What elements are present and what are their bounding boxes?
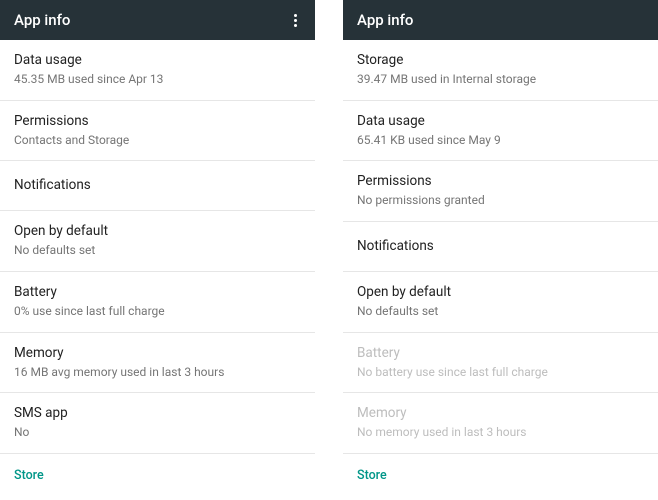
item-title: Notifications: [14, 176, 301, 195]
app-bar-title: App info: [14, 11, 70, 29]
item-sub: 45.35 MB used since Apr 13: [14, 71, 301, 88]
item-title: Data usage: [14, 51, 301, 70]
item-sub: No permissions granted: [357, 192, 644, 209]
more-vert-icon[interactable]: [290, 10, 301, 31]
store-section-label: Store: [343, 454, 658, 491]
item-title: Battery: [357, 344, 644, 363]
item-sub: No defaults set: [357, 303, 644, 320]
app-bar-title: App info: [357, 11, 413, 29]
item-sub: 16 MB avg memory used in last 3 hours: [14, 364, 301, 381]
phone-left: App info Data usage 45.35 MB used since …: [0, 0, 315, 500]
item-sub: No: [14, 424, 301, 441]
item-notifications[interactable]: Notifications: [0, 161, 315, 211]
item-title: Permissions: [14, 112, 301, 131]
item-sub: 39.47 MB used in Internal storage: [357, 71, 644, 88]
item-memory[interactable]: Memory 16 MB avg memory used in last 3 h…: [0, 333, 315, 394]
item-title: Open by default: [357, 283, 644, 302]
item-notifications[interactable]: Notifications: [343, 222, 658, 272]
item-data-usage[interactable]: Data usage 45.35 MB used since Apr 13: [0, 40, 315, 101]
item-title: Open by default: [14, 222, 301, 241]
item-open-by-default[interactable]: Open by default No defaults set: [0, 211, 315, 272]
item-data-usage[interactable]: Data usage 65.41 KB used since May 9: [343, 101, 658, 162]
item-permissions[interactable]: Permissions Contacts and Storage: [0, 101, 315, 162]
app-bar: App info: [343, 0, 658, 40]
item-storage[interactable]: Storage 39.47 MB used in Internal storag…: [343, 40, 658, 101]
item-title: Notifications: [357, 237, 644, 256]
item-sub: 0% use since last full charge: [14, 303, 301, 320]
phone-right: App info Storage 39.47 MB used in Intern…: [343, 0, 658, 500]
item-sub: No battery use since last full charge: [357, 364, 644, 381]
item-title: Permissions: [357, 172, 644, 191]
item-battery[interactable]: Battery 0% use since last full charge: [0, 272, 315, 333]
item-title: Memory: [357, 404, 644, 423]
item-open-by-default[interactable]: Open by default No defaults set: [343, 272, 658, 333]
store-section-label: Store: [0, 454, 315, 491]
item-title: Data usage: [357, 112, 644, 131]
item-sub: 65.41 KB used since May 9: [357, 132, 644, 149]
item-title: SMS app: [14, 404, 301, 423]
item-sms-app[interactable]: SMS app No: [0, 393, 315, 454]
item-memory: Memory No memory used in last 3 hours: [343, 393, 658, 454]
item-app-details: App details App installed from Google Pl…: [0, 491, 315, 500]
store-label: Store: [14, 468, 44, 483]
item-permissions[interactable]: Permissions No permissions granted: [343, 161, 658, 222]
item-title: Battery: [14, 283, 301, 302]
app-bar: App info: [0, 0, 315, 40]
item-sub: No memory used in last 3 hours: [357, 424, 644, 441]
item-battery: Battery No battery use since last full c…: [343, 333, 658, 394]
item-sub: No defaults set: [14, 242, 301, 259]
item-sub: Contacts and Storage: [14, 132, 301, 149]
settings-list: Data usage 45.35 MB used since Apr 13 Pe…: [0, 40, 315, 500]
settings-list: Storage 39.47 MB used in Internal storag…: [343, 40, 658, 500]
store-label: Store: [357, 468, 387, 483]
item-title: Memory: [14, 344, 301, 363]
item-title: Storage: [357, 51, 644, 70]
item-app-details: App details App installed from Package i…: [343, 491, 658, 500]
